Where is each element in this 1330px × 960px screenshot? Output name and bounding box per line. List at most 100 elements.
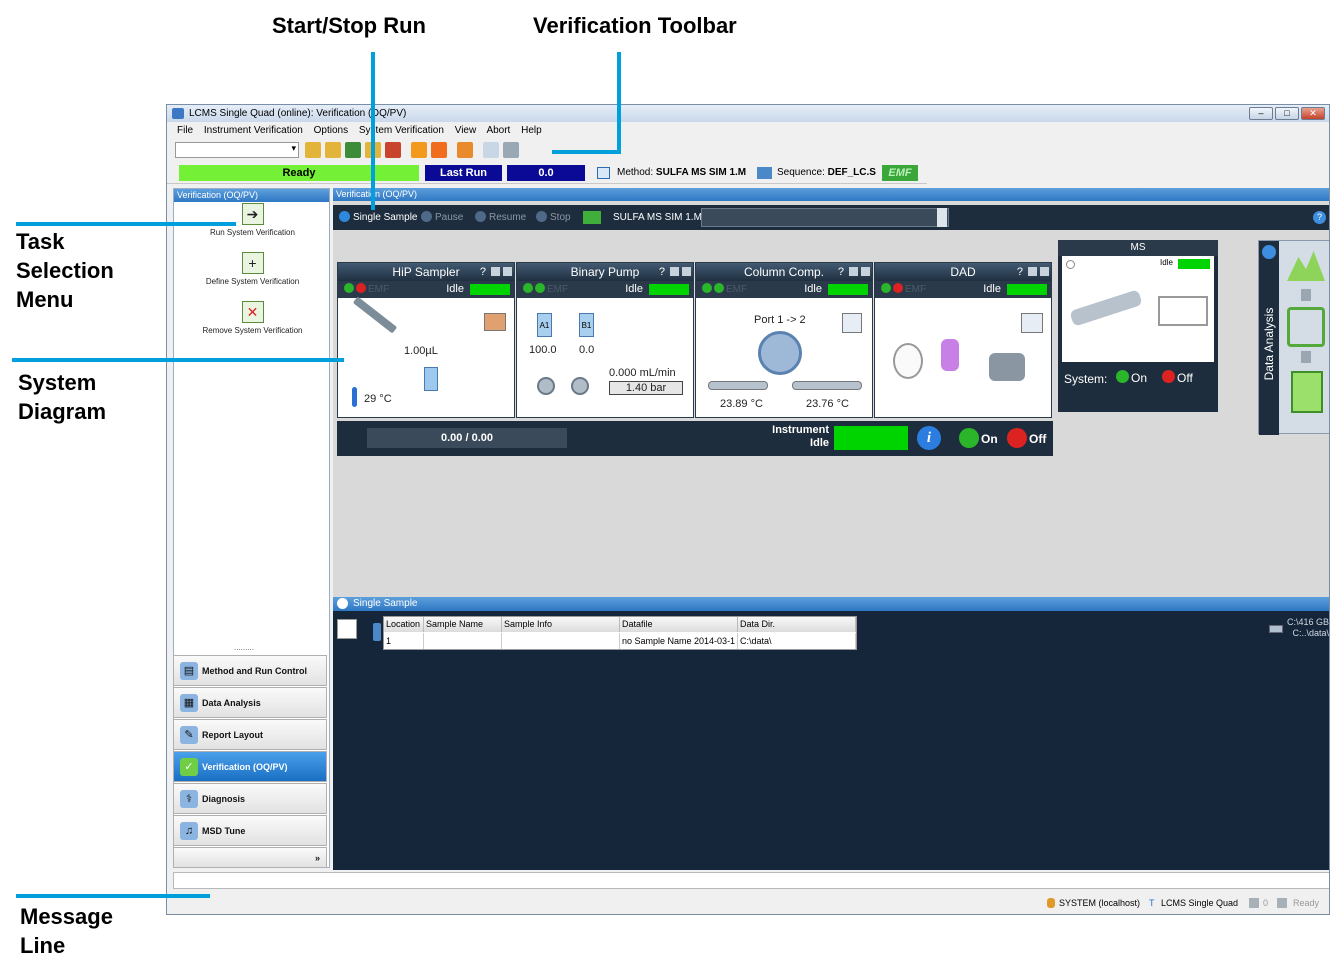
- method-comment-field[interactable]: [701, 208, 949, 227]
- module-minimize-icon[interactable]: [491, 267, 500, 276]
- run-sequence-icon[interactable]: [305, 142, 321, 158]
- column-header-sample-name[interactable]: Sample Name: [424, 617, 502, 632]
- splitter-grip[interactable]: .........: [234, 643, 254, 652]
- print-preview-icon[interactable]: [483, 142, 499, 158]
- nav-diagnosis[interactable]: ⚕ Diagnosis: [173, 783, 327, 814]
- nav-verification[interactable]: ✓ Verification (OQ/PV): [173, 751, 327, 782]
- cell-sample-name[interactable]: [424, 633, 502, 649]
- menu-file[interactable]: File: [177, 125, 193, 136]
- menu-instrument-verification[interactable]: Instrument Verification: [204, 125, 303, 136]
- load-sequence-icon[interactable]: [325, 142, 341, 158]
- toolbar-dropdown[interactable]: ▾: [175, 142, 299, 158]
- module-title: DAD: [950, 265, 976, 279]
- instrument-on-button[interactable]: On: [959, 428, 998, 448]
- print-icon[interactable]: [503, 142, 519, 158]
- callout-text: Message: [20, 904, 113, 929]
- chromatogram-icon[interactable]: [1287, 251, 1325, 281]
- module-minimize-icon[interactable]: [670, 267, 679, 276]
- info-icon[interactable]: i: [917, 426, 941, 450]
- start-sample-icon[interactable]: [337, 619, 357, 639]
- module-help-icon[interactable]: ?: [480, 263, 486, 281]
- module-minimize-icon[interactable]: [849, 267, 858, 276]
- expand-icon: [1262, 245, 1276, 259]
- help-icon[interactable]: ?: [1313, 211, 1326, 224]
- signal-plot-icon[interactable]: [1021, 313, 1043, 333]
- new-method-icon[interactable]: [411, 142, 427, 158]
- column-header-data-dir[interactable]: Data Dir.: [738, 617, 856, 632]
- edit-method-icon[interactable]: [431, 142, 447, 158]
- nav-msd-tune[interactable]: ♫ MSD Tune: [173, 815, 327, 846]
- menu-options[interactable]: Options: [314, 125, 348, 136]
- single-sample-button[interactable]: Single Sample: [339, 205, 417, 230]
- module-minimize-icon[interactable]: [1028, 267, 1037, 276]
- thermometer-icon[interactable]: [842, 313, 862, 333]
- module-help-icon[interactable]: ?: [1017, 263, 1023, 281]
- method-name: SULFA MS SIM 1.M: [613, 212, 702, 223]
- module-column-comp[interactable]: Column Comp. ? EMF Idle Port 1 -> 2 23.89…: [695, 262, 873, 418]
- close-button[interactable]: ✕: [1301, 107, 1325, 120]
- idle-indicator: [1178, 259, 1210, 269]
- callout-line-system-diagram: [12, 358, 344, 362]
- column-header-location[interactable]: Location: [384, 617, 424, 632]
- chart-icon[interactable]: [457, 142, 473, 158]
- panel-title: Verification (OQ/PV): [174, 189, 329, 202]
- nav-data-analysis[interactable]: ▦ Data Analysis: [173, 687, 327, 718]
- module-help-icon[interactable]: ?: [659, 263, 665, 281]
- maximize-button[interactable]: □: [1275, 107, 1299, 120]
- instrument-off-button[interactable]: Off: [1007, 428, 1046, 448]
- tray-icon[interactable]: [484, 313, 506, 331]
- module-binary-pump[interactable]: Binary Pump ? EMF Idle A1 B1 100.0 0.0 0.…: [516, 262, 694, 418]
- resume-button[interactable]: Resume: [475, 205, 526, 230]
- module-hip-sampler[interactable]: HiP Sampler ? EMF Idle 1.00µL 29 °C: [337, 262, 515, 418]
- menu-view[interactable]: View: [455, 125, 477, 136]
- task-define-system-verification[interactable]: + Define System Verification: [174, 252, 331, 286]
- uv-lamp-icon: [941, 339, 959, 371]
- balance-icon[interactable]: [1287, 307, 1325, 347]
- report-icon[interactable]: [1291, 371, 1323, 413]
- single-sample-header: Single Sample: [333, 597, 1329, 611]
- scroll-spinner[interactable]: [937, 208, 947, 227]
- cell-sample-info[interactable]: [502, 633, 620, 649]
- task-remove-system-verification[interactable]: ✕ Remove System Verification: [174, 301, 331, 335]
- module-help-icon[interactable]: ?: [838, 263, 844, 281]
- module-maximize-icon[interactable]: [1040, 267, 1049, 276]
- stop-button[interactable]: Stop: [536, 205, 571, 230]
- collapse-icon[interactable]: [337, 598, 348, 609]
- column-header-datafile[interactable]: Datafile: [620, 617, 738, 632]
- system-on-button[interactable]: On: [1116, 370, 1147, 385]
- save-sequence-icon[interactable]: [345, 142, 361, 158]
- task-run-system-verification[interactable]: ➔ Run System Verification: [174, 203, 331, 237]
- valve-port: Port 1 -> 2: [754, 314, 806, 326]
- module-title: Column Comp.: [743, 265, 825, 279]
- idle-indicator: [649, 284, 689, 295]
- nav-report-layout[interactable]: ✎ Report Layout: [173, 719, 327, 750]
- data-analysis-tab[interactable]: Data Analysis: [1259, 241, 1279, 435]
- disk-space: C:\416 GB: [1286, 617, 1329, 627]
- on-led-icon: [959, 428, 979, 448]
- cell-datafile[interactable]: no Sample Name 2014-03-1: [620, 633, 738, 649]
- menu-abort[interactable]: Abort: [486, 125, 510, 136]
- callout-line-message: [16, 894, 210, 898]
- menu-help[interactable]: Help: [521, 125, 542, 136]
- on-led-icon: [881, 283, 891, 293]
- module-dad[interactable]: DAD ? EMF Idle: [874, 262, 1052, 418]
- module-ms[interactable]: MS Idle System: On Off: [1058, 240, 1218, 412]
- module-title: Binary Pump: [570, 265, 640, 279]
- callout-verification-toolbar: Verification Toolbar: [533, 13, 737, 38]
- pause-button[interactable]: Pause: [421, 205, 463, 230]
- column-header-sample-info[interactable]: Sample Info: [502, 617, 620, 632]
- minimize-button[interactable]: –: [1249, 107, 1273, 120]
- nav-more[interactable]: »: [173, 847, 327, 868]
- syringe-icon: [352, 296, 398, 334]
- module-maximize-icon[interactable]: [861, 267, 870, 276]
- module-maximize-icon[interactable]: [503, 267, 512, 276]
- module-title: MS: [1130, 242, 1146, 253]
- cell-data-dir[interactable]: C:\data\: [738, 633, 856, 649]
- save-method-icon[interactable]: [385, 142, 401, 158]
- system-off-button[interactable]: Off: [1162, 370, 1193, 385]
- nav-method-and-run-control[interactable]: ▤ Method and Run Control: [173, 655, 327, 686]
- cell-location[interactable]: 1: [384, 633, 424, 649]
- nav-label: Diagnosis: [202, 794, 246, 804]
- callout-text: Menu: [16, 287, 74, 312]
- module-maximize-icon[interactable]: [682, 267, 691, 276]
